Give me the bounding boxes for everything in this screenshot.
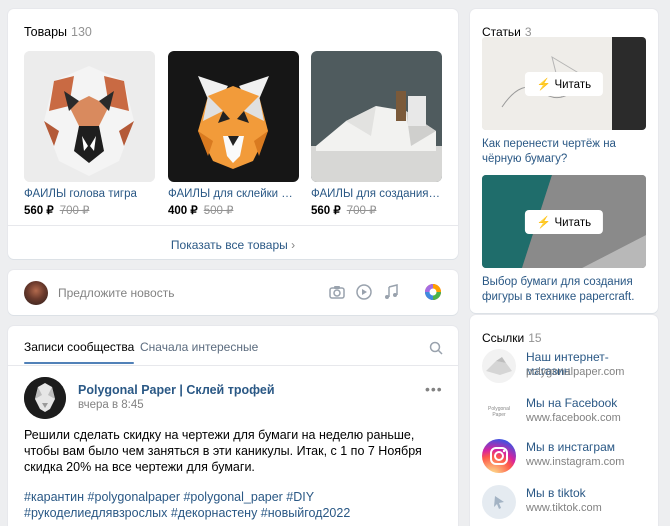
show-all-goods-link[interactable]: Показать все товары › [8, 225, 458, 252]
suggest-news-input[interactable]: Предложите новость [58, 286, 174, 300]
link-instagram[interactable]: Мы в инстаграм www.instagram.com [482, 439, 652, 479]
suggest-post-block: Предложите новость [8, 270, 458, 315]
article-title[interactable]: Как перенести чертёж на чёрную бумагу? [482, 137, 646, 167]
links-header[interactable]: Ссылки 15 [482, 331, 542, 345]
divider [8, 365, 458, 366]
link-url: polygonalpaper.com [526, 366, 625, 378]
good-item[interactable]: ФАЙЛЫ для создания головы 560 ₽700 ₽ [311, 51, 442, 217]
music-icon[interactable] [382, 283, 400, 301]
post-date[interactable]: вчера в 8:45 [78, 399, 144, 411]
links-block: Ссылки 15 Наш интернет-магазин polygonalp… [470, 315, 658, 526]
video-icon[interactable] [355, 283, 373, 301]
more-options-icon[interactable]: ••• [425, 381, 443, 397]
post-hashtags[interactable]: #карантин #polygonalpaper #polygonal_pap… [24, 489, 444, 521]
logo-text: Polygonal Paper [488, 406, 510, 418]
community-wall: Записи сообщества Сначала интересные Pol… [8, 326, 458, 526]
search-icon[interactable] [429, 341, 443, 355]
avatar[interactable] [24, 281, 48, 305]
good-image-tiger-head[interactable] [24, 51, 155, 182]
article-title[interactable]: Выбор бумаги для создания фигуры в техни… [482, 275, 646, 305]
goods-count: 130 [71, 25, 92, 39]
good-item[interactable]: ФАЙЛЫ голова тигра 560 ₽700 ₽ [24, 51, 155, 217]
lightning-icon: ⚡ [536, 78, 552, 91]
good-price: 560 ₽700 ₽ [24, 205, 90, 217]
read-article-button[interactable]: ⚡ Читать [524, 209, 604, 234]
good-price: 400 ₽500 ₽ [168, 205, 234, 217]
show-all-label: Показать все товары [170, 238, 288, 252]
good-name[interactable]: ФАЙЛЫ голова тигра [24, 188, 155, 200]
links-title: Ссылки [482, 331, 525, 345]
good-name[interactable]: ФАЙЛЫ для склейки маски [168, 188, 299, 200]
good-item[interactable]: ФАЙЛЫ для склейки маски 400 ₽500 ₽ [168, 51, 299, 217]
color-wheel-icon[interactable] [424, 283, 442, 301]
good-image-tiger-mask[interactable] [168, 51, 299, 182]
link-name[interactable]: Мы в инстаграм [526, 440, 615, 454]
good-name[interactable]: ФАЙЛЫ для создания головы [311, 188, 442, 200]
link-arrow-icon [482, 485, 516, 519]
tab-community-posts[interactable]: Записи сообщества [24, 340, 135, 364]
link-name[interactable]: Мы на Facebook [526, 396, 617, 410]
chevron-right-icon: › [291, 238, 296, 252]
goods-header[interactable]: Товары 130 [24, 25, 92, 39]
read-label: Читать [554, 216, 592, 229]
instagram-icon [482, 439, 516, 473]
goods-title: Товары [24, 25, 67, 39]
links-count: 15 [528, 331, 542, 345]
camera-icon[interactable] [328, 283, 346, 301]
tab-interesting-first[interactable]: Сначала интересные [140, 340, 258, 354]
link-facebook[interactable]: Polygonal Paper Мы на Facebook www.faceb… [482, 395, 652, 435]
lightning-icon: ⚡ [536, 216, 552, 229]
link-tiktok[interactable]: Мы в tiktok www.tiktok.com [482, 485, 652, 525]
post-text: Решили сделать скидку на чертежи для бум… [24, 428, 422, 474]
link-name[interactable]: Мы в tiktok [526, 486, 586, 500]
link-url: www.instagram.com [526, 456, 625, 468]
good-price: 560 ₽700 ₽ [311, 205, 377, 217]
read-article-button[interactable]: ⚡ Читать [524, 71, 604, 96]
goods-block: Товары 130 ФАЙЛЫ голова тигра 560 ₽700 ₽ [8, 9, 458, 259]
shop-logo-icon [482, 349, 516, 383]
good-image-paper-head[interactable] [311, 51, 442, 182]
link-url: www.facebook.com [526, 412, 621, 424]
read-label: Читать [554, 78, 592, 91]
link-url: www.tiktok.com [526, 502, 602, 514]
article-cover[interactable]: ⚡ Читать [482, 175, 646, 268]
link-shop[interactable]: Наш интернет-магазин polygonalpaper.com [482, 349, 652, 389]
article-cover[interactable]: ⚡ Читать [482, 37, 646, 130]
post-author-avatar[interactable] [24, 377, 66, 419]
post-author-name[interactable]: Polygonal Paper | Склей трофей [78, 383, 275, 397]
polygonal-paper-logo-icon: Polygonal Paper [482, 395, 516, 429]
articles-block: Статьи 3 ⚡ Читать Как перенести чертёж на… [470, 9, 658, 313]
